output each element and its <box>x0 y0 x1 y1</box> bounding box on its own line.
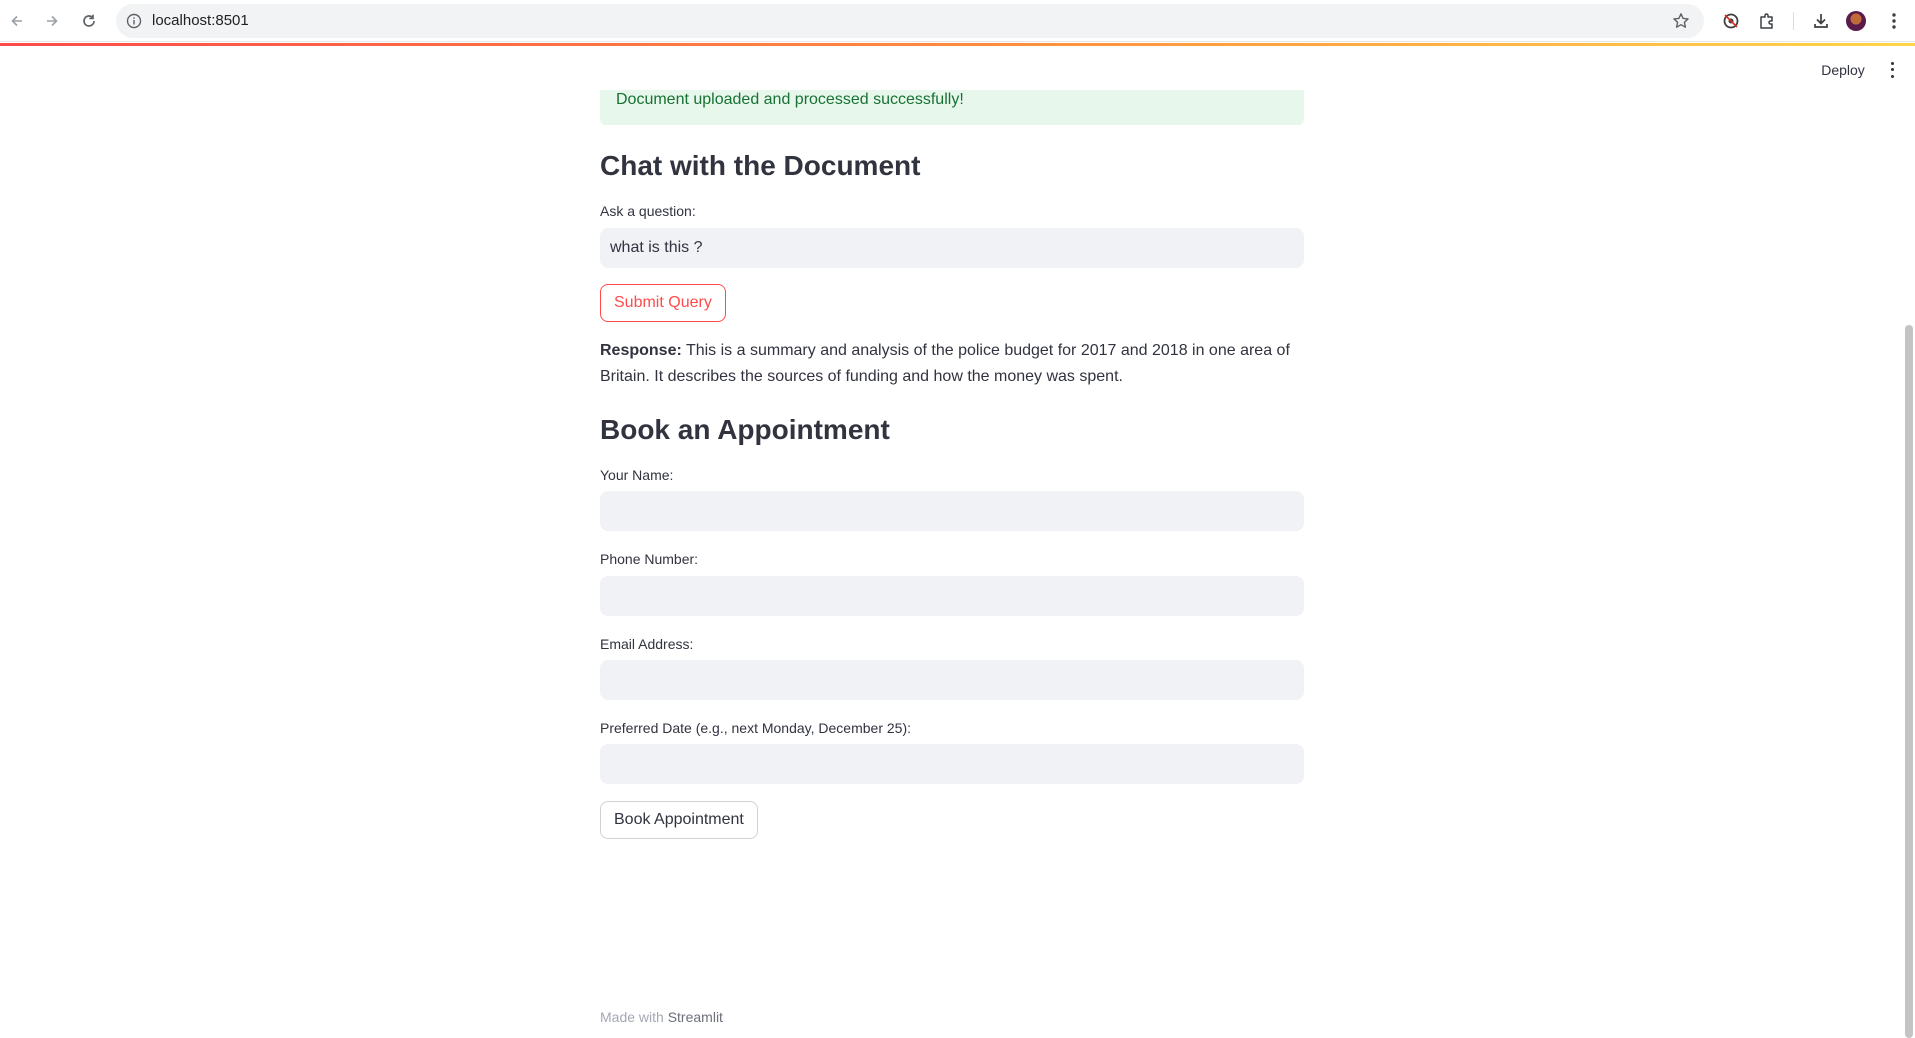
avatar[interactable] <box>1846 11 1866 31</box>
reload-icon[interactable] <box>76 8 102 34</box>
name-label: Your Name: <box>600 467 674 483</box>
booking-section-title: Book an Appointment <box>600 414 890 445</box>
deploy-button[interactable]: Deploy <box>1812 59 1874 81</box>
phone-input[interactable] <box>600 576 1304 616</box>
chat-section-title: Chat with the Document <box>600 150 921 181</box>
response-label: Response: <box>600 342 682 359</box>
footer: Made with Streamlit <box>600 1009 723 1025</box>
email-label: Email Address: <box>600 636 694 652</box>
browser-toolbar: localhost:8501 <box>0 0 1915 42</box>
name-input[interactable] <box>600 491 1304 531</box>
footer-made-with: Made with <box>600 1009 664 1025</box>
book-appointment-button[interactable]: Book Appointment <box>600 801 758 839</box>
scrollbar-thumb[interactable] <box>1905 325 1913 1038</box>
puzzle-icon[interactable] <box>1755 9 1779 33</box>
success-message: Document uploaded and processed successf… <box>616 91 964 108</box>
address-bar[interactable]: localhost:8501 <box>116 4 1704 38</box>
date-input[interactable] <box>600 744 1304 784</box>
footer-streamlit-link[interactable]: Streamlit <box>668 1009 723 1025</box>
star-icon[interactable] <box>1672 12 1690 35</box>
forward-icon[interactable] <box>39 8 65 34</box>
toolbar-divider <box>1793 12 1794 30</box>
main-menu-icon[interactable] <box>1885 60 1899 80</box>
question-label: Ask a question: <box>600 203 696 219</box>
email-input[interactable] <box>600 660 1304 700</box>
url-text[interactable]: localhost:8501 <box>152 12 249 29</box>
extension-shield-icon[interactable] <box>1719 9 1743 33</box>
streamlit-decoration-bar <box>0 43 1915 46</box>
question-input[interactable]: what is this ? <box>600 228 1304 268</box>
back-icon[interactable] <box>4 8 30 34</box>
date-label: Preferred Date (e.g., next Monday, Decem… <box>600 720 911 736</box>
success-alert: Document uploaded and processed successf… <box>600 90 1304 125</box>
menu-icon[interactable] <box>1882 9 1906 33</box>
response-text: This is a summary and analysis of the po… <box>600 342 1290 385</box>
download-icon[interactable] <box>1809 9 1833 33</box>
response-text-block: Response: This is a summary and analysis… <box>600 338 1304 390</box>
info-icon[interactable] <box>126 13 142 34</box>
submit-query-button[interactable]: Submit Query <box>600 284 726 322</box>
phone-label: Phone Number: <box>600 551 699 567</box>
